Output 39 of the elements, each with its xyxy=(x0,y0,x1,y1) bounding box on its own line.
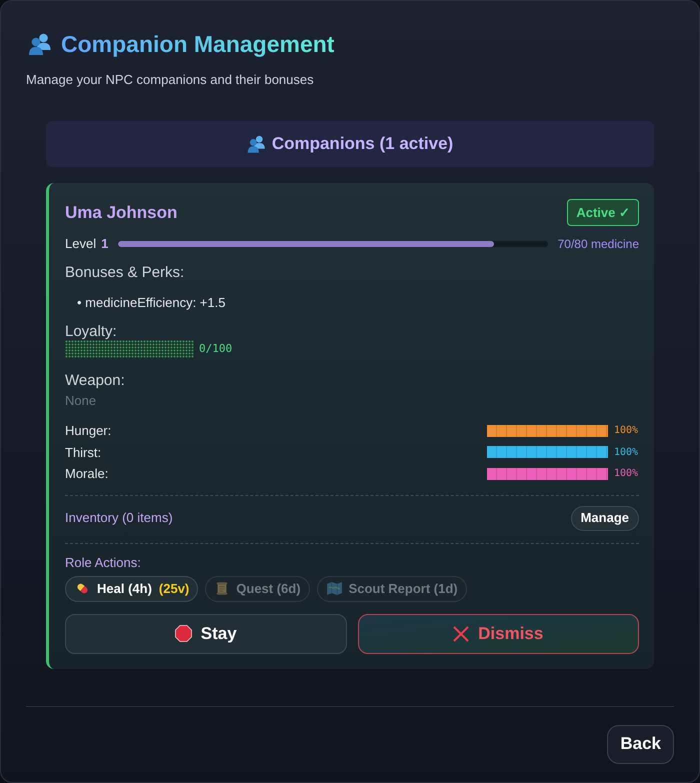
close-icon xyxy=(453,626,470,642)
loyalty-reading: 0/100 xyxy=(199,340,232,357)
role-action-chip[interactable]: Heal (4h) (25v) xyxy=(65,576,198,602)
bonus-item: • medicineEfficiency: +1.5 xyxy=(76,294,226,312)
people-icon xyxy=(28,33,52,55)
status-badge: Active ✓ xyxy=(567,199,639,226)
weapon-heading: Weapon: xyxy=(65,371,125,391)
action-label: Heal (4h) xyxy=(97,580,152,598)
experience-reading: 70/80 medicine xyxy=(558,236,639,253)
section-title: Companions (1 active) xyxy=(272,133,454,156)
back-button[interactable]: Back xyxy=(607,724,674,764)
action-label: Quest (6d) xyxy=(236,580,301,598)
stat-reading: 100% xyxy=(614,467,639,482)
companion-name: Uma Johnson xyxy=(65,202,178,224)
action-cost: (25v) xyxy=(158,580,190,598)
pill-icon xyxy=(75,581,90,596)
inventory-label: Inventory (0 items) xyxy=(65,509,173,528)
stat-label: Thirst: xyxy=(65,444,102,462)
stat-label: Morale: xyxy=(65,465,108,483)
dismiss-button[interactable]: Dismiss xyxy=(358,614,639,654)
button-label: Stay xyxy=(200,622,237,645)
bonuses-heading: Bonuses & Perks: xyxy=(65,263,184,283)
manage-button[interactable]: Manage xyxy=(570,506,639,530)
map-icon xyxy=(326,582,342,595)
stat-label: Hunger: xyxy=(65,422,112,440)
stat-reading: 100% xyxy=(614,424,639,438)
action-label: Scout Report (1d) xyxy=(348,580,458,598)
loyalty-heading: Loyalty: xyxy=(65,324,117,340)
weapon-value: None xyxy=(65,392,96,410)
stat-reading: 100% xyxy=(614,446,639,460)
button-label: Dismiss xyxy=(478,622,544,645)
scroll-icon xyxy=(215,581,230,596)
level-value: 1 xyxy=(101,235,108,254)
role-actions-heading: Role Actions: xyxy=(65,554,141,572)
level-label: Level xyxy=(65,235,96,254)
stop-sign-icon xyxy=(174,625,192,642)
people-icon xyxy=(246,135,266,153)
dialog-subtitle: Manage your NPC companions and their bonuses xyxy=(26,71,314,89)
stay-button[interactable]: Stay xyxy=(65,614,346,654)
